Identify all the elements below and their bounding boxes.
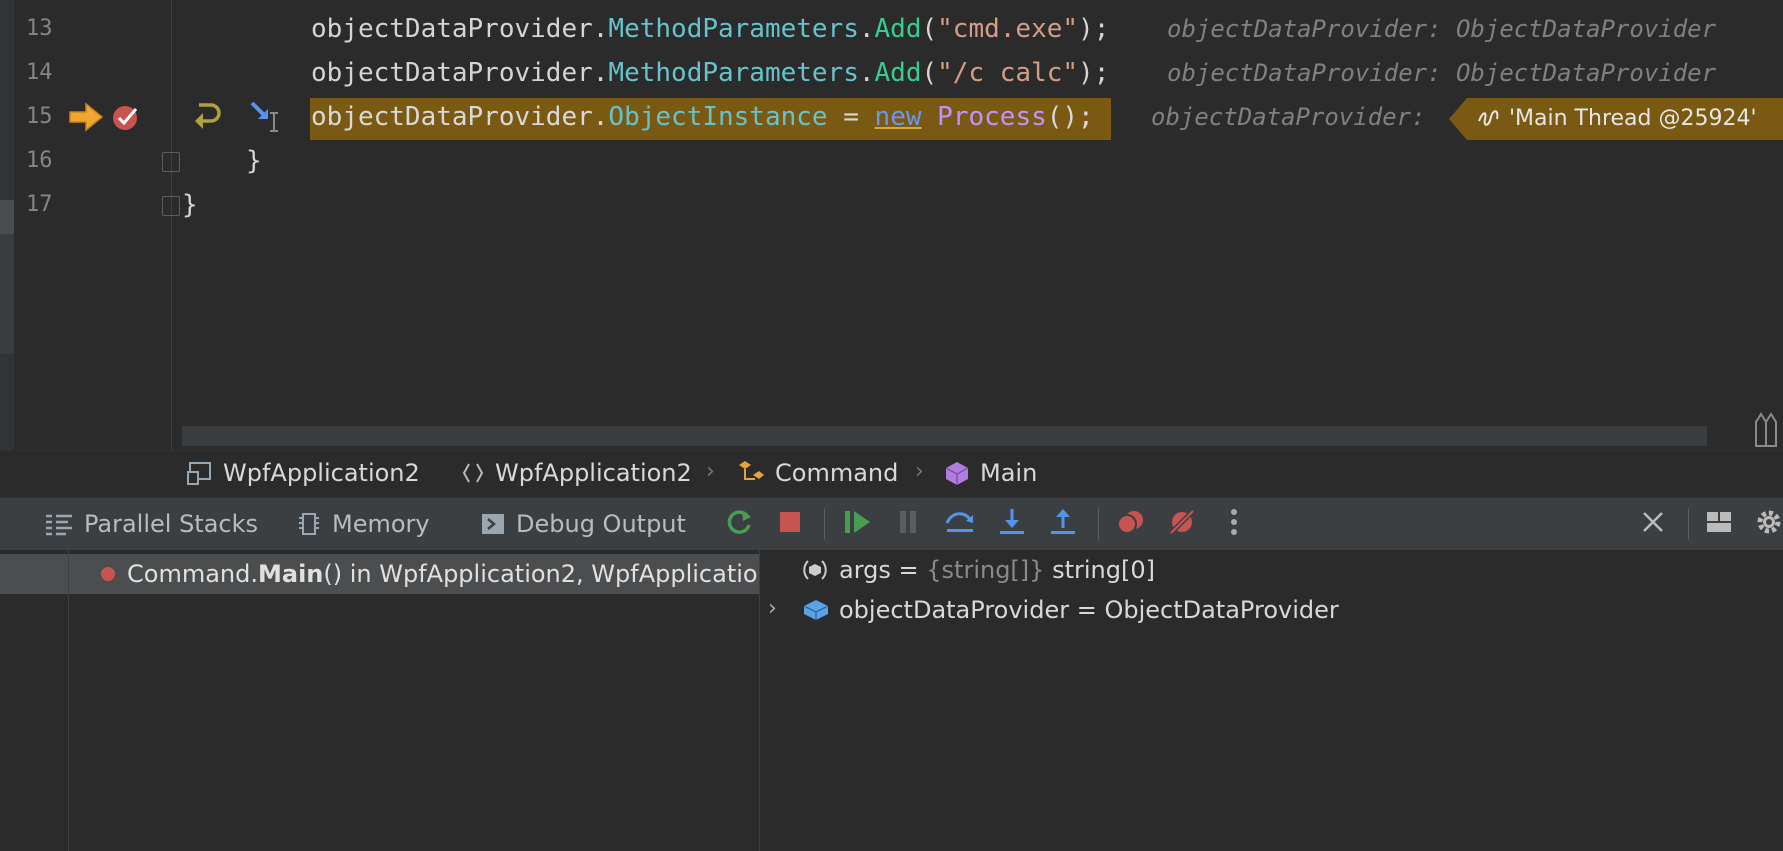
toolbar-separator	[1098, 508, 1099, 540]
breadcrumb-separator: ›	[915, 459, 924, 484]
project-icon	[187, 460, 213, 486]
breadcrumb-separator: ›	[706, 459, 715, 484]
reader-mode-icon[interactable]	[1752, 408, 1780, 450]
breadcrumb-label: WpfApplication2	[495, 459, 692, 487]
run-to-cursor-icon[interactable]	[248, 99, 284, 139]
step-over-icon	[944, 507, 976, 541]
fold-icon[interactable]	[162, 152, 180, 172]
frame-label: Command.Main() in WpfApplication2, WpfAp…	[127, 560, 757, 588]
threads-strip[interactable]	[0, 550, 69, 851]
tab-debug-output[interactable]: Debug Output	[480, 498, 686, 550]
namespace-icon	[461, 460, 485, 486]
debug-toolbar: Parallel Stacks Memory Debug Output	[0, 497, 1783, 551]
method-icon	[944, 460, 970, 486]
frame-row[interactable]: Command.Main() in WpfApplication2, WpfAp…	[69, 554, 759, 594]
code-line-13[interactable]: 13 objectDataProvider.MethodParameters.A…	[0, 7, 1783, 51]
execution-pointer-icon	[68, 102, 104, 136]
mute-breakpoints-icon	[1167, 507, 1197, 541]
resume-icon	[842, 508, 872, 540]
tab-parallel-stacks[interactable]: Parallel Stacks	[44, 498, 258, 550]
close-icon	[1641, 510, 1665, 538]
layout-button[interactable]	[1703, 508, 1735, 540]
layout-icon	[1705, 510, 1733, 538]
tab-label: Debug Output	[516, 510, 686, 538]
code-line-16[interactable]: 16 }	[0, 139, 1783, 183]
step-back-icon[interactable]	[191, 101, 223, 137]
code-text: }	[182, 190, 198, 220]
variable-row[interactable]: › objectDataProvider = ObjectDataProvide…	[760, 590, 1783, 630]
thread-selected[interactable]	[0, 554, 68, 594]
toolbar-separator	[1688, 508, 1689, 540]
breadcrumb-item-class[interactable]: Command	[737, 451, 898, 495]
variable-text: objectDataProvider = ObjectDataProvider	[839, 596, 1339, 624]
debug-output-icon	[480, 511, 506, 537]
line-number: 16	[26, 148, 53, 173]
view-breakpoints-icon	[1116, 508, 1146, 540]
tab-label: Memory	[332, 510, 430, 538]
step-out-icon	[1048, 507, 1078, 541]
line-number: 17	[26, 192, 53, 217]
variable-text: args = {string[]} string[0]	[839, 556, 1155, 584]
stop-icon	[777, 509, 803, 539]
expand-chevron-icon[interactable]: ›	[768, 596, 777, 621]
parallel-stacks-icon	[44, 512, 74, 536]
pause-icon	[895, 508, 921, 540]
thread-label: 'Main Thread @25924'	[1509, 106, 1757, 131]
inline-value-hint: objectDataProvider: ObjectDataProvider	[1167, 59, 1717, 87]
code-text: objectDataProvider.ObjectInstance = new …	[311, 102, 1094, 132]
gear-icon	[1754, 507, 1783, 541]
breadcrumb-label: Main	[980, 459, 1038, 487]
view-breakpoints-button[interactable]	[1115, 508, 1147, 540]
breadcrumb-item-namespace[interactable]: WpfApplication2	[461, 451, 692, 495]
breadcrumb-label: Command	[775, 459, 899, 487]
stop-button[interactable]	[774, 508, 806, 540]
breadcrumb-item-project[interactable]: WpfApplication2	[187, 451, 420, 495]
pause-button[interactable]	[892, 508, 924, 540]
more-icon	[1228, 508, 1240, 540]
breadcrumb: WpfApplication2 WpfApplication2 › Comman…	[0, 450, 1783, 495]
tab-memory[interactable]: Memory	[296, 498, 430, 550]
line-number: 15	[26, 104, 53, 129]
variable-row[interactable]: args = {string[]} string[0]	[760, 550, 1783, 590]
code-text: objectDataProvider.MethodParameters.Add(…	[311, 14, 1110, 44]
breadcrumb-item-method[interactable]: Main	[944, 451, 1037, 495]
code-text: objectDataProvider.MethodParameters.Add(…	[311, 58, 1110, 88]
fold-icon[interactable]	[162, 196, 180, 216]
inline-value-hint: objectDataProvider:	[1151, 103, 1426, 131]
settings-button[interactable]	[1753, 508, 1783, 540]
breakpoint-icon[interactable]	[111, 102, 141, 136]
code-editor[interactable]: 13 objectDataProvider.MethodParameters.A…	[0, 0, 1783, 450]
frames-panel[interactable]: Command.Main() in WpfApplication2, WpfAp…	[69, 550, 760, 851]
code-line-17[interactable]: 17 }	[0, 183, 1783, 227]
inline-value-hint: objectDataProvider: ObjectDataProvider	[1167, 15, 1717, 43]
memory-icon	[296, 511, 322, 537]
rerun-icon	[724, 507, 754, 541]
rerun-button[interactable]	[723, 508, 755, 540]
line-number: 14	[26, 60, 53, 85]
code-line-14[interactable]: 14 objectDataProvider.MethodParameters.A…	[0, 51, 1783, 95]
close-button[interactable]	[1637, 508, 1669, 540]
resume-button[interactable]	[841, 508, 873, 540]
step-out-button[interactable]	[1047, 508, 1079, 540]
field-icon	[802, 558, 828, 588]
mute-breakpoints-button[interactable]	[1166, 508, 1198, 540]
line-number: 13	[26, 16, 53, 41]
class-icon	[737, 459, 765, 487]
object-icon	[802, 598, 830, 628]
variables-panel[interactable]: args = {string[]} string[0] › objectData…	[760, 550, 1783, 851]
breakpoint-dot-icon	[101, 567, 115, 581]
breadcrumb-label: WpfApplication2	[223, 459, 420, 487]
thread-badge[interactable]: 'Main Thread @25924'	[1449, 98, 1783, 140]
step-into-button[interactable]	[996, 508, 1028, 540]
horizontal-scrollbar[interactable]	[182, 426, 1707, 446]
step-into-icon	[997, 507, 1027, 541]
step-over-button[interactable]	[944, 508, 976, 540]
toolbar-separator	[824, 508, 825, 540]
more-button[interactable]	[1218, 508, 1250, 540]
scroll-marker	[0, 234, 14, 354]
tab-label: Parallel Stacks	[84, 510, 259, 538]
code-text: }	[246, 146, 262, 176]
thread-icon	[1477, 107, 1503, 135]
